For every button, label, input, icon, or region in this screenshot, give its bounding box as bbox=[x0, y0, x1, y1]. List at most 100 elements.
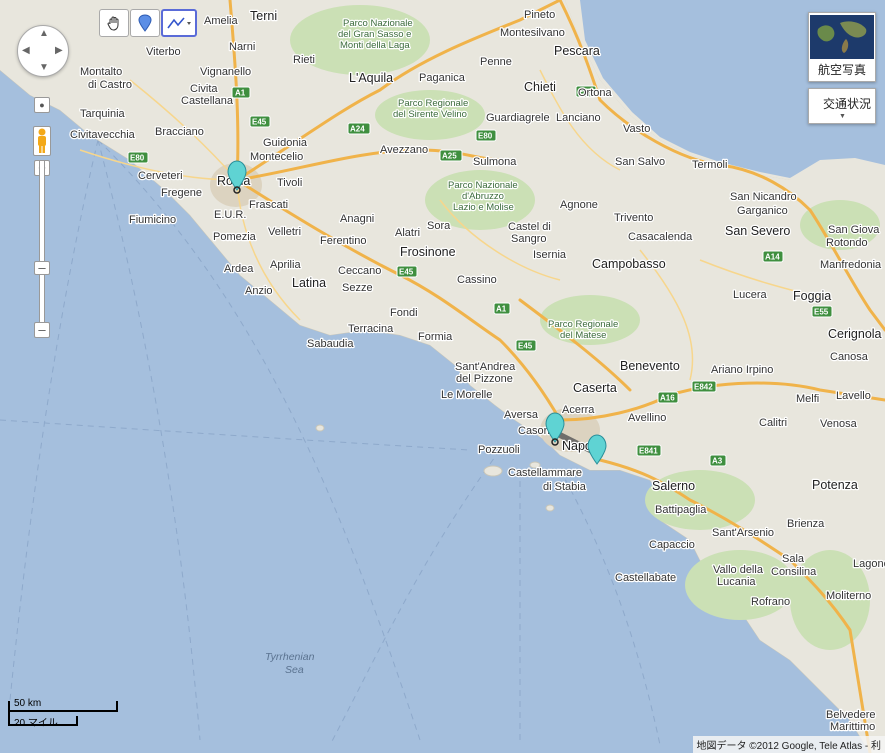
reset-view-button[interactable]: ● bbox=[34, 97, 50, 113]
label-canosa: Canosa bbox=[830, 351, 869, 363]
scale-km-label: 50 km bbox=[14, 698, 42, 709]
scale-line-km bbox=[8, 710, 118, 712]
label-pomezia: Pomezia bbox=[213, 231, 257, 243]
label-ferentino: Ferentino bbox=[320, 235, 366, 247]
label-paganica: Paganica bbox=[419, 72, 466, 84]
label-avellino: Avellino bbox=[628, 412, 666, 424]
street-view-pegman[interactable] bbox=[33, 126, 51, 156]
svg-text:d'Abruzzo: d'Abruzzo bbox=[462, 191, 504, 202]
label-castel-di-sangro-1: Castel di bbox=[508, 221, 551, 233]
svg-text:Lazio e Molise: Lazio e Molise bbox=[453, 202, 514, 213]
svg-text:A25: A25 bbox=[442, 152, 457, 161]
label-melfi: Melfi bbox=[796, 393, 819, 405]
map-canvas[interactable]: A1 E45 E80 A24 A25 E80 E55 A14 A16 E842 … bbox=[0, 0, 885, 753]
svg-text:E80: E80 bbox=[478, 132, 493, 141]
svg-text:A14: A14 bbox=[765, 253, 780, 262]
label-formia: Formia bbox=[418, 331, 453, 343]
line-draw-icon bbox=[167, 17, 191, 29]
label-montalto: Montalto bbox=[80, 66, 122, 78]
label-castel-di-sangro-2: Sangro bbox=[511, 233, 546, 245]
pan-down-icon[interactable]: ▼ bbox=[39, 63, 49, 73]
svg-text:A3: A3 bbox=[712, 457, 723, 466]
label-avezzano: Avezzano bbox=[380, 144, 428, 156]
label-rofrano: Rofrano bbox=[751, 596, 790, 608]
satellite-label: 航空写真 bbox=[817, 63, 866, 77]
label-vasto: Vasto bbox=[623, 123, 650, 135]
label-vallo-2: Lucania bbox=[717, 576, 756, 588]
label-anagni: Anagni bbox=[340, 213, 374, 225]
label-alatri: Alatri bbox=[395, 227, 420, 239]
label-castellana: Castellana bbox=[181, 95, 234, 107]
pan-right-icon[interactable]: ▶ bbox=[55, 46, 63, 56]
label-anzio: Anzio bbox=[245, 285, 273, 297]
label-sala-1: Sala bbox=[782, 553, 805, 565]
label-tarquinia: Tarquinia bbox=[80, 108, 126, 120]
zoom-slider-handle[interactable]: – bbox=[34, 261, 50, 275]
label-casacalenda: Casacalenda bbox=[628, 231, 693, 243]
label-aprilia: Aprilia bbox=[270, 259, 301, 271]
svg-text:Parco Regionale: Parco Regionale bbox=[548, 319, 618, 330]
svg-text:del Sirente Velino: del Sirente Velino bbox=[393, 109, 467, 120]
label-castellabate: Castellabate bbox=[615, 572, 676, 584]
label-san-salvo: San Salvo bbox=[615, 156, 665, 168]
svg-text:Tyrrhenian: Tyrrhenian bbox=[265, 651, 315, 663]
label-sulmona: Sulmona bbox=[473, 156, 517, 168]
label-rieti: Rieti bbox=[293, 54, 315, 66]
label-benevento: Benevento bbox=[620, 359, 680, 373]
svg-text:A16: A16 bbox=[660, 394, 675, 403]
label-fiumicino: Fiumicino bbox=[129, 214, 176, 226]
scale-tick-mile bbox=[76, 716, 78, 725]
line-tool-button[interactable] bbox=[161, 9, 197, 37]
label-santandrea-2: del Pizzone bbox=[456, 373, 513, 385]
svg-text:E45: E45 bbox=[252, 118, 267, 127]
label-salerno: Salerno bbox=[652, 479, 695, 493]
label-fregene: Fregene bbox=[161, 187, 202, 199]
pan-control[interactable]: ▲ ▼ ◀ ▶ bbox=[17, 25, 69, 77]
label-venosa: Venosa bbox=[820, 418, 858, 430]
label-cerignola: Cerignola bbox=[828, 327, 882, 341]
label-civita: Civita bbox=[190, 83, 218, 95]
zoom-slider-track[interactable] bbox=[39, 160, 45, 330]
label-lucera: Lucera bbox=[733, 289, 768, 301]
label-le-morelle: Le Morelle bbox=[441, 389, 492, 401]
label-castellammare-2: di Stabia bbox=[543, 481, 587, 493]
label-vignanello: Vignanello bbox=[200, 66, 251, 78]
label-san-giovanni: San Giova bbox=[828, 224, 880, 236]
svg-text:Parco Nazionale: Parco Nazionale bbox=[448, 180, 518, 191]
label-frascati: Frascati bbox=[249, 199, 288, 211]
hand-icon bbox=[107, 16, 119, 31]
label-terni: Terni bbox=[250, 9, 277, 23]
svg-text:E45: E45 bbox=[518, 342, 533, 351]
marker-tool-button[interactable] bbox=[130, 9, 160, 37]
label-castellammare-1: Castellammare bbox=[508, 467, 582, 479]
label-ceccano: Ceccano bbox=[338, 265, 381, 277]
traffic-label: 交通状況 bbox=[823, 97, 872, 111]
svg-text:E841: E841 bbox=[639, 447, 658, 456]
svg-text:Monti della Laga: Monti della Laga bbox=[340, 40, 410, 51]
label-guidonia: Guidonia bbox=[263, 137, 308, 149]
svg-text:Parco Regionale: Parco Regionale bbox=[398, 98, 468, 109]
label-pescara: Pescara bbox=[554, 44, 600, 58]
label-capaccio: Capaccio bbox=[649, 539, 695, 551]
zoom-out-button[interactable]: – bbox=[34, 322, 50, 338]
label-montesilvano: Montesilvano bbox=[500, 27, 565, 39]
svg-text:A1: A1 bbox=[496, 305, 507, 314]
label-acerra: Acerra bbox=[562, 404, 595, 416]
satellite-thumbnail-icon bbox=[810, 15, 874, 59]
pan-up-icon[interactable]: ▲ bbox=[39, 29, 49, 39]
chevron-down-icon: ▼ bbox=[839, 113, 846, 120]
traffic-toggle-button[interactable]: 交通状況 ▼ bbox=[808, 88, 876, 124]
map-attribution: 地図データ ©2012 Google, Tele Atlas - 利 bbox=[692, 736, 885, 753]
hand-tool-button[interactable] bbox=[99, 9, 129, 37]
label-calitri: Calitri bbox=[759, 417, 787, 429]
label-trivento: Trivento bbox=[614, 212, 653, 224]
pan-left-icon[interactable]: ◀ bbox=[22, 46, 30, 56]
svg-text:Parco Nazionale: Parco Nazionale bbox=[343, 18, 413, 29]
label-lagonegro: Lagonegro bbox=[853, 558, 885, 570]
label-brienza: Brienza bbox=[787, 518, 825, 530]
label-manfredonia: Manfredonia bbox=[820, 259, 882, 271]
label-agnone: Agnone bbox=[560, 199, 598, 211]
satellite-view-button[interactable]: 航空写真 bbox=[808, 12, 876, 82]
label-laquila: L'Aquila bbox=[349, 71, 393, 85]
scale-line-mile bbox=[8, 724, 78, 726]
